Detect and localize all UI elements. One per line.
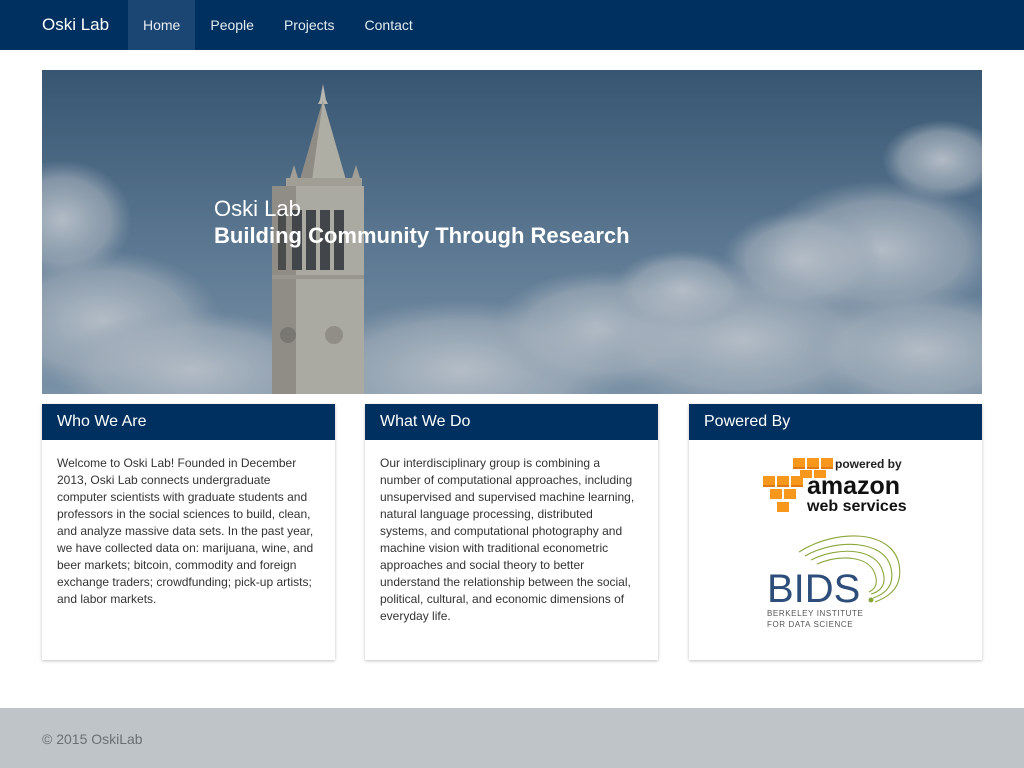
bids-logo-line2: FOR DATA SCIENCE	[767, 620, 853, 629]
bids-logo[interactable]: BIDS BERKELEY INSTITUTE FOR DATA SCIENCE	[767, 534, 907, 634]
panel-what-we-do: What We Do Our interdisciplinary group i…	[365, 404, 658, 660]
hero-subtitle: Building Community Through Research	[214, 223, 630, 248]
nav-item-projects[interactable]: Projects	[269, 0, 350, 50]
bids-logo-line1: BERKELEY INSTITUTE	[767, 609, 863, 618]
panel-powered-by: Powered By powered by amazon web service…	[689, 404, 982, 660]
panel-heading: Who We Are	[42, 404, 335, 440]
hero-title: Oski Lab	[214, 196, 301, 221]
panel-heading: Powered By	[689, 404, 982, 440]
panel-who-we-are: Who We Are Welcome to Oski Lab! Founded …	[42, 404, 335, 660]
aws-logo-main: amazon	[807, 472, 900, 500]
brand-link[interactable]: Oski Lab	[42, 0, 109, 50]
main-nav: Home People Projects Contact	[128, 0, 428, 50]
nav-item-contact[interactable]: Contact	[350, 0, 428, 50]
panel-body-text: Our interdisciplinary group is combining…	[380, 456, 635, 623]
top-navbar: Oski Lab Home People Projects Contact	[0, 0, 1024, 50]
aws-logo-sub: web services	[806, 498, 907, 514]
nav-item-people[interactable]: People	[195, 0, 269, 50]
footer: © 2015 OskiLab	[0, 708, 1024, 768]
bids-logo-main: BIDS	[767, 567, 860, 611]
aws-logo-top: powered by	[835, 457, 902, 471]
panel-body-text: Welcome to Oski Lab! Founded in December…	[57, 456, 314, 606]
nav-item-home[interactable]: Home	[128, 0, 196, 50]
copyright-text: © 2015 OskiLab	[42, 731, 143, 747]
aws-logo[interactable]: powered by amazon web services	[763, 456, 909, 514]
hero-banner: Oski Lab Building Community Through Rese…	[42, 70, 982, 394]
panel-heading: What We Do	[365, 404, 658, 440]
